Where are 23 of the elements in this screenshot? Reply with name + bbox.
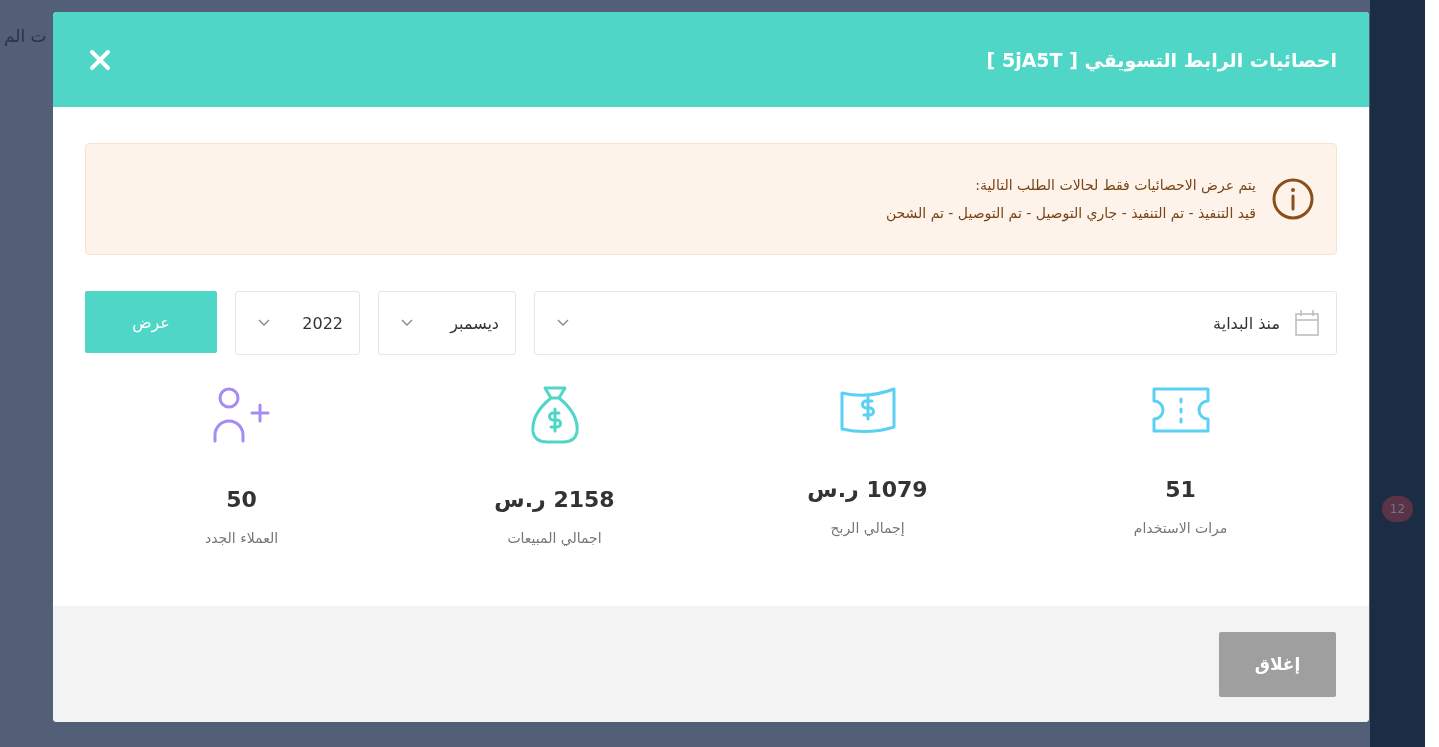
chevron-down-icon [401,319,413,327]
stat-label: إجمالي الربح [830,520,905,536]
close-icon[interactable] [89,48,111,71]
dialog-title: احصائيات الرابط التسويقي [ 5jA5T ] [986,48,1337,71]
calendar-icon [1294,309,1320,337]
add-user-icon [211,385,272,445]
stat-value: 1079 ر.س [807,477,928,502]
year-select[interactable]: 2022 [235,291,360,355]
month-select[interactable]: ديسمبر [378,291,516,355]
period-select[interactable]: منذ البداية [534,291,1337,355]
chevron-down-icon [258,319,270,327]
stat-value: 51 [1165,477,1196,502]
stat-label: العملاء الجدد [204,530,279,546]
stat-label: اجمالي المبيعات [507,530,602,546]
order-status-list: قيد التنفيذ - تم التنفيذ - جاري التوصيل - تم التوصيل - تم الشحن [885,205,1256,221]
stat-label: مرات الاستخدام [1133,520,1228,536]
notice-text: يتم عرض الاحصائيات فقط لحالات الطلب التالية: [974,177,1256,193]
info-icon [1272,178,1314,220]
stat-value: 50 [226,487,257,512]
count-badge: 12 [1381,496,1414,522]
chevron-down-icon [557,319,569,327]
ticket-icon [1150,385,1211,435]
stat-value: 2158 ر.س [494,487,615,512]
